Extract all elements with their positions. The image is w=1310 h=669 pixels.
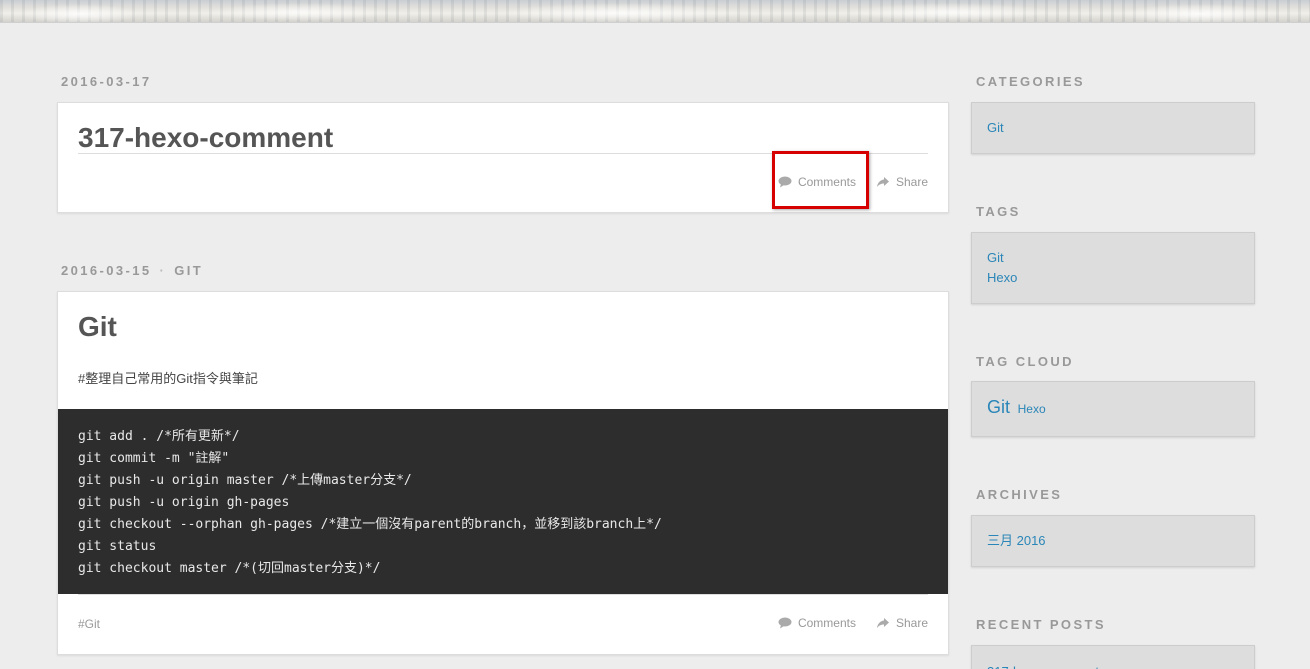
code-line: git push -u origin gh-pages (78, 495, 290, 510)
tag-cloud-link[interactable]: Git (987, 397, 1010, 417)
code-line: git checkout master /*(切回master分支)*/ (78, 561, 381, 576)
comments-label: Comments (797, 616, 856, 630)
tag-link[interactable]: Hexo (987, 268, 1239, 288)
header-banner (0, 0, 1310, 23)
tag-cloud-link[interactable]: Hexo (1018, 402, 1046, 416)
recent-post-link[interactable]: 317-hexo-comment (987, 662, 1239, 669)
code-block: git add . /*所有更新*/ git commit -m "註解" gi… (58, 409, 948, 594)
code-line: git checkout --orphan gh-pages /*建立一個沒有p… (78, 517, 662, 532)
footer-divider (78, 594, 928, 595)
archive-link[interactable]: 三月 2016 (987, 531, 1239, 551)
code-line: git push -u origin master /*上傳master分支*/ (78, 473, 412, 488)
archives-widget: 三月 2016 (971, 515, 1255, 567)
post-card: Git #整理自己常用的Git指令與筆記 git add . /*所有更新*/ … (57, 291, 949, 655)
code-line: git add . /*所有更新*/ (78, 429, 240, 444)
tags-widget: Git Hexo (971, 232, 1255, 304)
recent-posts-heading: RECENT POSTS (976, 617, 1106, 632)
tag-cloud-widget: Git Hexo (971, 381, 1255, 437)
post-date-text: 2016-03-17 (61, 74, 152, 89)
share-label: Share (895, 616, 928, 630)
post-excerpt: #整理自己常用的Git指令與筆記 (78, 371, 258, 386)
tag-cloud-heading: TAG CLOUD (976, 354, 1074, 369)
tag-link[interactable]: Git (987, 248, 1239, 268)
post-date: 2016-03-17 (61, 74, 152, 89)
post-tag-link[interactable]: #Git (78, 617, 100, 631)
speech-bubble-icon (778, 617, 792, 629)
annotation-highlight-box (772, 151, 869, 209)
share-arrow-icon (876, 618, 889, 628)
archives-heading: ARCHIVES (976, 487, 1063, 502)
share-link[interactable]: Share (876, 616, 928, 630)
recent-posts-widget: 317-hexo-comment (971, 645, 1255, 669)
post-category-link[interactable]: GIT (174, 263, 203, 278)
post-actions: Comments Share (758, 616, 928, 630)
share-label: Share (895, 175, 928, 189)
code-line: git commit -m "註解" (78, 451, 230, 466)
categories-widget: Git (971, 102, 1255, 154)
comments-link[interactable]: Comments (778, 616, 856, 630)
post-meta: 2016-03-15 · GIT (61, 263, 203, 278)
code-line: git status (78, 539, 157, 554)
post-date-text: 2016-03-15 (61, 263, 152, 278)
share-link[interactable]: Share (876, 175, 928, 189)
post-title-link[interactable]: Git (78, 311, 117, 343)
tags-heading: TAGS (976, 204, 1021, 219)
category-link[interactable]: Git (987, 118, 1239, 138)
meta-separator: · (159, 263, 167, 278)
categories-heading: CATEGORIES (976, 74, 1085, 89)
post-title-link[interactable]: 317-hexo-comment (78, 122, 333, 154)
share-arrow-icon (876, 177, 889, 187)
